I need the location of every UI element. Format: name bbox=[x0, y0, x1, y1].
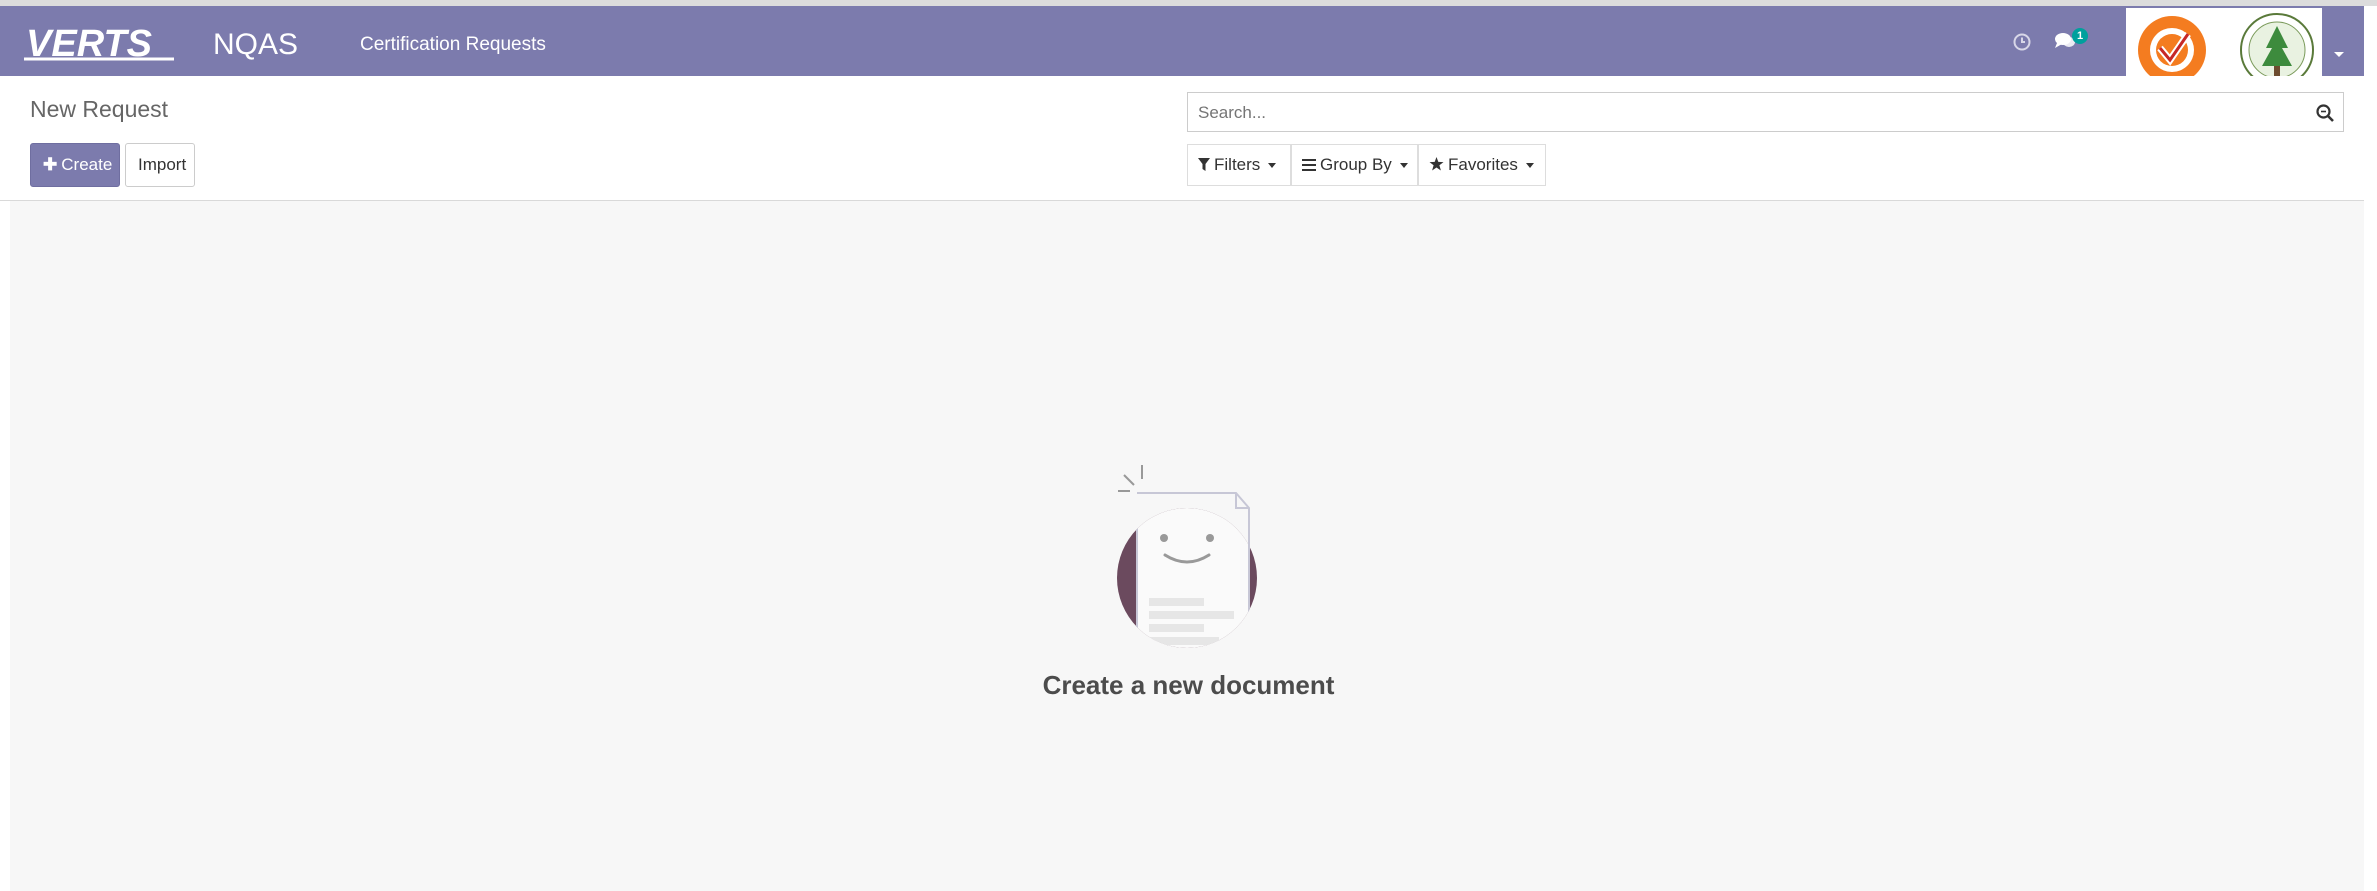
group-by-dropdown[interactable]: Group By bbox=[1291, 144, 1418, 186]
chevron-down-icon bbox=[1268, 163, 1277, 169]
chevron-down-icon bbox=[1525, 163, 1534, 169]
group-by-label: Group By bbox=[1320, 155, 1392, 174]
favorites-label: Favorites bbox=[1448, 155, 1518, 174]
user-menu-caret-icon[interactable] bbox=[2334, 52, 2344, 57]
message-count-badge: 1 bbox=[2072, 28, 2088, 44]
favorites-dropdown[interactable]: Favorites bbox=[1418, 144, 1546, 186]
smiling-document-icon bbox=[1104, 463, 1264, 678]
filter-icon bbox=[1198, 146, 1210, 186]
import-button[interactable]: Import bbox=[125, 143, 195, 187]
control-panel: New Request ✚Create Import Filters Group… bbox=[0, 76, 2364, 201]
import-button-label: Import bbox=[138, 155, 187, 174]
breadcrumb: New Request bbox=[30, 96, 169, 122]
search-icon[interactable] bbox=[2315, 103, 2335, 128]
plus-icon: ✚ bbox=[43, 155, 58, 174]
main-navbar: VERTS NQAS Certification Requests 1 bbox=[0, 6, 2364, 90]
app-name[interactable]: NQAS bbox=[213, 28, 298, 62]
chevron-down-icon bbox=[1399, 163, 1408, 169]
list-icon bbox=[1302, 146, 1316, 186]
clock-icon[interactable] bbox=[2013, 33, 2031, 56]
star-icon bbox=[1429, 146, 1444, 186]
search-bar[interactable] bbox=[1187, 92, 2344, 132]
search-input[interactable] bbox=[1196, 99, 2300, 127]
filters-label: Filters bbox=[1214, 155, 1261, 174]
empty-state-title: Create a new document bbox=[1042, 670, 1335, 700]
brand-logo[interactable]: VERTS bbox=[24, 23, 184, 67]
brand-logo-text: VERTS bbox=[26, 24, 152, 62]
filters-dropdown[interactable]: Filters bbox=[1187, 144, 1291, 186]
menu-certification-requests[interactable]: Certification Requests bbox=[360, 34, 546, 56]
create-button[interactable]: ✚ Create bbox=[30, 143, 120, 187]
create-button-label: Create bbox=[61, 155, 113, 174]
